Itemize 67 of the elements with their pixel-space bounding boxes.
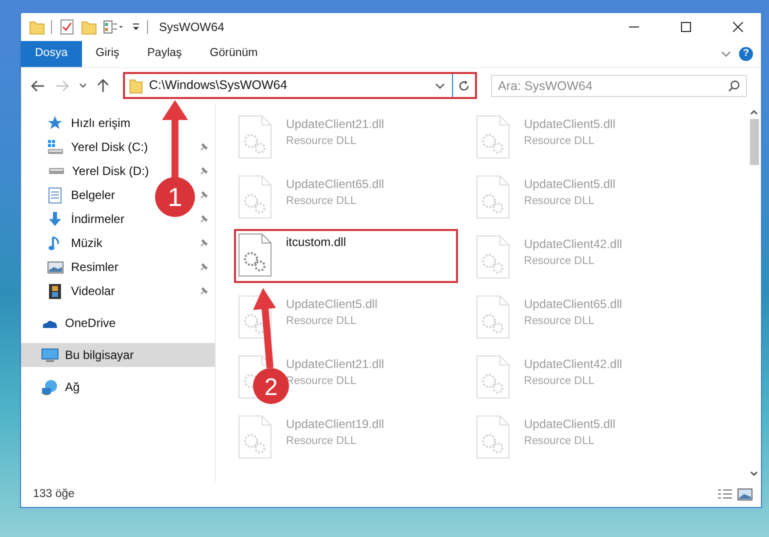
large-icons-view-icon[interactable] [737,488,753,502]
drive-icon [48,167,65,175]
scroll-down-icon[interactable] [749,469,759,479]
scroll-up-icon[interactable] [749,107,759,117]
drive-icon [47,138,65,156]
address-path: C:\Windows\SysWOW64 [149,77,288,94]
scroll-thumb[interactable] [750,119,758,165]
sidebar-item[interactable]: Ağ [65,378,80,396]
pin-icon[interactable] [199,190,209,200]
sidebar-item[interactable]: Yerel Disk (D:) [72,162,149,180]
sidebar-item[interactable]: Videolar [71,282,115,300]
file-type: Resource DLL [286,434,358,449]
close-icon [733,22,743,32]
ribbon-tab[interactable]: Giriş [82,41,134,67]
file-type: Resource DLL [286,134,358,149]
file-name[interactable]: itcustom.dll [286,233,346,251]
file-type: Resource DLL [524,374,596,389]
folder-icon [129,78,143,94]
caret-icon [79,82,87,88]
separator-icon [51,20,53,34]
pin-icon[interactable] [199,142,209,152]
pin-icon[interactable] [199,286,209,296]
file-type: Resource DLL [524,134,596,149]
sidebar-item[interactable]: Resimler [71,258,118,276]
separator-icon [147,20,149,34]
file-type: Resource DLL [524,314,596,329]
refresh-icon[interactable] [458,80,470,92]
forward-arrow-icon [55,80,69,92]
sidebar-item[interactable]: Belgeler [71,186,116,204]
picture-icon [47,258,65,276]
folder-icon[interactable] [29,19,45,35]
pin-icon[interactable] [199,214,209,224]
sidebar-item[interactable]: OneDrive [65,314,116,332]
file-type: Resource DLL [286,314,358,329]
file-type: Resource DLL [524,194,596,209]
address-bar[interactable]: C:\Windows\SysWOW64 [123,72,477,99]
pin-icon[interactable] [199,262,209,272]
ribbon-tab[interactable]: Dosya [21,41,82,67]
network-icon [41,378,59,396]
sidebar-item[interactable]: İndirmeler [71,210,124,228]
ribbon-tab[interactable]: Paylaş [133,41,196,67]
file-type: Resource DLL [524,254,596,269]
step-badge: 1 [155,177,195,217]
expand-ribbon-icon[interactable] [721,49,731,59]
maximize-icon [681,22,691,32]
window-title: SysWOW64 [159,19,224,36]
checklist-icon[interactable] [59,19,75,35]
help-button[interactable]: ? [739,47,753,61]
search-field[interactable]: Ara: SysWOW64 [491,74,747,96]
dll-file-icon[interactable] [238,233,272,277]
sidebar-item[interactable]: Bu bilgisayar [21,343,215,367]
sidebar-item[interactable]: Hızlı erişim [71,114,130,132]
item-count: 133 öğe [33,487,75,502]
sidebar-item[interactable]: Yerel Disk (C:) [71,138,148,156]
dropdown-caret-icon[interactable] [434,80,446,90]
file-type: Resource DLL [524,434,596,449]
properties-icon[interactable] [103,19,125,35]
pin-icon[interactable] [199,166,209,176]
ribbon-tab[interactable]: Görünüm [196,41,272,67]
back-arrow-icon [31,80,45,92]
folder-icon[interactable] [81,19,97,35]
search-icon [728,80,740,92]
up-arrow-icon [97,78,109,92]
sidebar-item[interactable]: Müzik [71,234,102,252]
pin-icon[interactable] [199,238,209,248]
file-type: Resource DLL [286,194,358,209]
computer-icon [41,346,59,364]
